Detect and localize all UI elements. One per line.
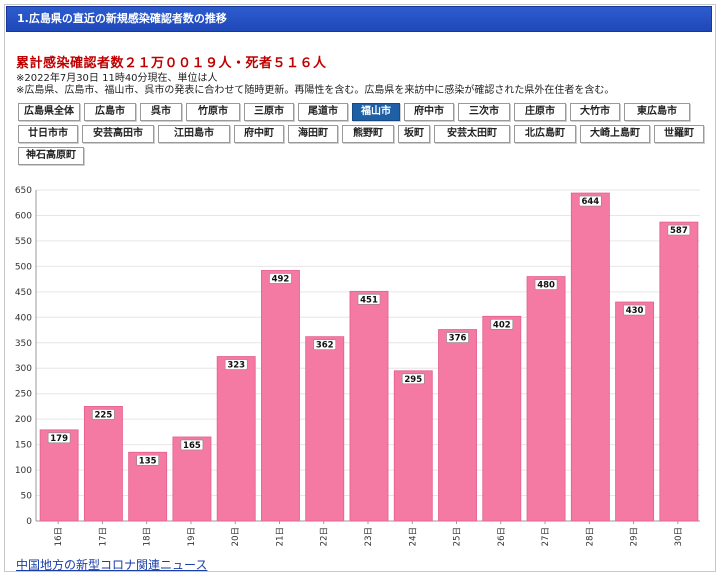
area-button[interactable]: 安芸太田町 bbox=[434, 125, 510, 143]
area-button[interactable]: 竹原市 bbox=[186, 103, 240, 121]
area-button[interactable]: 坂町 bbox=[398, 125, 430, 143]
area-button[interactable]: 庄原市 bbox=[514, 103, 566, 121]
data-label: 451 bbox=[360, 295, 378, 305]
area-button[interactable]: 北広島町 bbox=[514, 125, 576, 143]
x-tick-label: 23日 bbox=[364, 527, 374, 546]
data-label: 587 bbox=[670, 226, 688, 236]
bar bbox=[305, 336, 345, 522]
source-note: ※広島県、広島市、福山市、呉市の発表に合わせて随時更新。再陽性を含む。広島県を来… bbox=[16, 85, 615, 96]
y-tick-label: 600 bbox=[15, 211, 32, 221]
y-tick-label: 200 bbox=[15, 415, 32, 425]
area-button[interactable]: 熊野町 bbox=[342, 125, 394, 143]
area-button[interactable]: 三原市 bbox=[244, 103, 294, 121]
x-tick-label: 17日 bbox=[98, 527, 108, 546]
data-label: 323 bbox=[227, 361, 245, 371]
bar bbox=[83, 406, 123, 522]
x-tick-label: 16日 bbox=[54, 527, 64, 546]
area-button[interactable]: 広島市 bbox=[84, 103, 136, 121]
data-label: 430 bbox=[626, 306, 644, 316]
x-tick-label: 24日 bbox=[408, 527, 418, 546]
y-tick-label: 150 bbox=[15, 441, 32, 451]
bar bbox=[659, 221, 699, 522]
x-tick-label: 30日 bbox=[674, 527, 684, 546]
area-button[interactable]: 江田島市 bbox=[158, 125, 230, 143]
y-tick-label: 50 bbox=[21, 492, 33, 502]
data-label: 402 bbox=[493, 320, 511, 330]
data-label: 179 bbox=[50, 434, 68, 444]
area-button[interactable]: 安芸高田市 bbox=[82, 125, 154, 143]
data-label: 295 bbox=[404, 375, 422, 385]
area-button[interactable]: 東広島市 bbox=[624, 103, 690, 121]
data-label: 225 bbox=[95, 410, 113, 420]
area-button[interactable]: 広島県全体 bbox=[18, 103, 80, 121]
area-button[interactable]: 福山市 bbox=[352, 103, 400, 121]
x-tick-label: 26日 bbox=[497, 527, 507, 546]
y-tick-label: 400 bbox=[15, 313, 32, 323]
bar bbox=[261, 270, 300, 522]
area-button[interactable]: 海田町 bbox=[288, 125, 338, 143]
bar bbox=[216, 356, 256, 522]
y-tick-label: 650 bbox=[15, 186, 32, 196]
bar bbox=[438, 329, 477, 522]
x-tick-label: 20日 bbox=[231, 527, 241, 546]
bar bbox=[570, 192, 610, 522]
bar bbox=[482, 315, 522, 522]
section-header: 1.広島県の直近の新規感染確認者数の推移 bbox=[6, 6, 712, 32]
y-tick-label: 500 bbox=[15, 262, 32, 272]
area-button[interactable]: 世羅町 bbox=[654, 125, 704, 143]
x-tick-label: 18日 bbox=[143, 527, 153, 546]
y-tick-label: 350 bbox=[15, 339, 32, 349]
data-label: 480 bbox=[537, 281, 555, 291]
x-tick-label: 19日 bbox=[187, 527, 197, 546]
bar bbox=[349, 290, 389, 522]
x-tick-label: 22日 bbox=[320, 527, 330, 546]
data-label: 135 bbox=[139, 456, 157, 466]
data-label: 492 bbox=[272, 274, 290, 284]
bar bbox=[615, 301, 655, 522]
area-button[interactable]: 府中市 bbox=[404, 103, 454, 121]
x-tick-label: 29日 bbox=[630, 527, 640, 546]
area-button[interactable]: 呉市 bbox=[140, 103, 182, 121]
y-tick-label: 450 bbox=[15, 288, 32, 298]
area-button[interactable]: 大崎上島町 bbox=[580, 125, 650, 143]
y-tick-label: 100 bbox=[15, 466, 32, 476]
x-tick-label: 28日 bbox=[585, 527, 595, 546]
data-label: 644 bbox=[581, 197, 599, 207]
area-button[interactable]: 三次市 bbox=[458, 103, 510, 121]
data-label: 362 bbox=[316, 341, 334, 351]
area-button[interactable]: 府中町 bbox=[234, 125, 284, 143]
bar bbox=[526, 276, 566, 522]
news-link[interactable]: 中国地方の新型コロナ関連ニュース bbox=[16, 556, 207, 573]
area-button[interactable]: 尾道市 bbox=[298, 103, 348, 121]
x-tick-label: 25日 bbox=[453, 527, 463, 546]
x-tick-label: 21日 bbox=[275, 527, 285, 546]
area-button[interactable]: 廿日市市 bbox=[18, 125, 78, 143]
bar-chart: 0 50 100 150 200 250 300 350 400 450 500 550 600 650 1… bbox=[15, 186, 700, 546]
x-tick-label: 27日 bbox=[541, 527, 551, 546]
y-tick-label: 300 bbox=[15, 364, 32, 374]
bar bbox=[393, 370, 433, 522]
data-label: 376 bbox=[449, 334, 467, 344]
data-label: 165 bbox=[183, 441, 201, 451]
area-button[interactable]: 神石高原町 bbox=[18, 147, 84, 165]
y-tick-label: 0 bbox=[26, 517, 32, 527]
area-button[interactable]: 大竹市 bbox=[570, 103, 620, 121]
y-tick-label: 550 bbox=[15, 237, 32, 247]
y-tick-label: 250 bbox=[15, 390, 32, 400]
